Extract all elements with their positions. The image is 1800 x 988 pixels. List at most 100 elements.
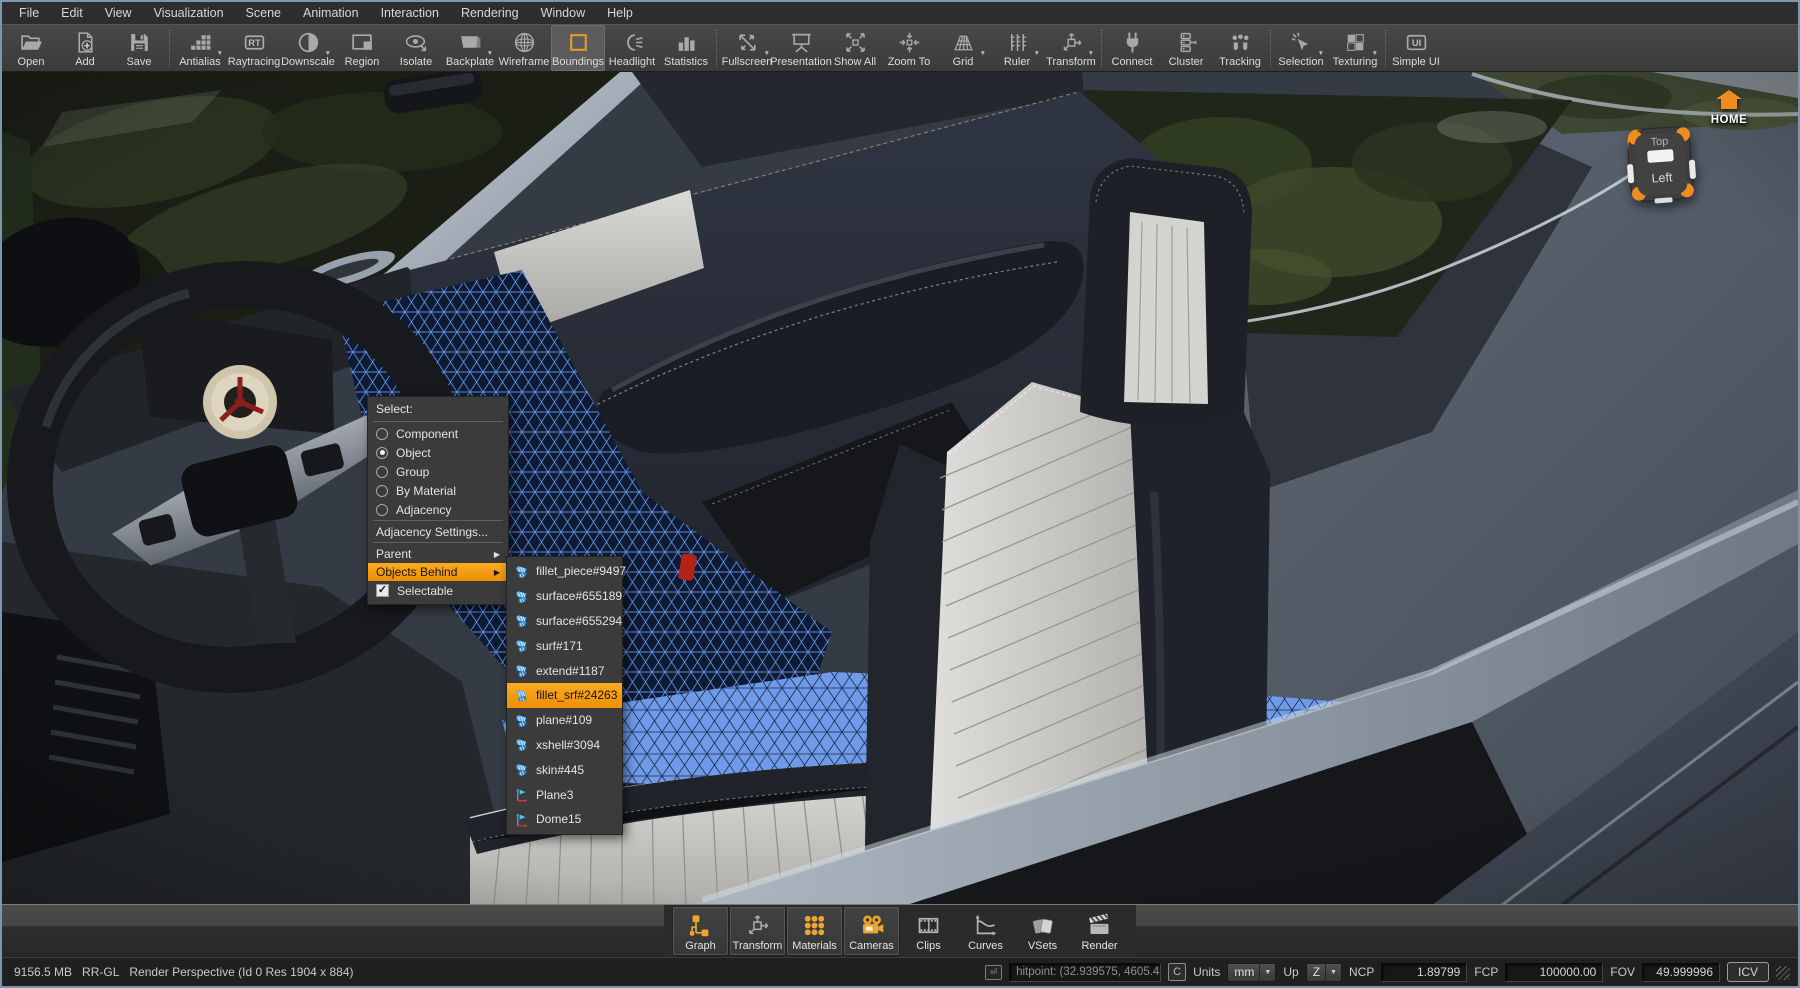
module-materials[interactable]: Materials [787,907,842,955]
hitpoint-field[interactable]: hitpoint: (32.939575, 4605.4809... [1009,963,1161,982]
console-icon[interactable]: ⏎ [985,965,1002,980]
toolbar-button-simple-ui[interactable]: Simple UI [1389,25,1443,71]
module-graph[interactable]: Graph [673,907,728,955]
ruler-icon [1005,29,1030,56]
context-menu-header: Select: [368,400,508,420]
ncp-label: NCP [1349,965,1374,979]
icv-button[interactable]: ICV [1727,962,1769,982]
toolbar-button-transform[interactable]: ▼Transform [1044,25,1098,71]
submenu-item[interactable]: plane#109 [507,708,622,733]
menu-item-parent[interactable]: Parent▶ [368,545,508,563]
submenu-item[interactable]: skin#445 [507,757,622,782]
toolbar-button-statistics[interactable]: Statistics [659,25,713,71]
toolbar-button-downscale[interactable]: ▼Downscale [281,25,335,71]
boundings-icon [566,29,591,56]
dropdown-arrow-icon: ▼ [325,50,331,57]
dropdown-arrow-icon: ▼ [217,50,223,57]
ncp-field[interactable]: 1.89799 [1381,963,1467,982]
submenu-item[interactable]: surface#655189 [507,584,622,609]
toolbar-button-raytracing[interactable]: Raytracing [227,25,281,71]
toolbar-button-fullscreen[interactable]: ▼Fullscreen [720,25,774,71]
submenu-item[interactable]: fillet_piece#9497 [507,559,622,584]
menu-help[interactable]: Help [596,3,644,23]
toolbar-button-wireframe[interactable]: Wireframe [497,25,551,71]
menu-rendering[interactable]: Rendering [450,3,530,23]
toolbar-button-presentation[interactable]: Presentation [774,25,828,71]
toolbar-button-zoom-to[interactable]: Zoom To [882,25,936,71]
toolbar-button-texturing[interactable]: ▼Texturing [1328,25,1382,71]
clips-icon [915,911,942,940]
toolbar-button-boundings[interactable]: Boundings [551,25,605,71]
submenu-item[interactable]: surface#655294 [507,609,622,634]
fullscreen-icon [735,29,760,56]
menu-option-by-material[interactable]: By Material [368,481,508,500]
submenu-item[interactable]: Dome15 [507,807,622,832]
materials-icon [801,911,828,940]
menu-interaction[interactable]: Interaction [370,3,450,23]
menu-item-selectable[interactable]: ✓Selectable [368,581,508,600]
toolbar-button-connect[interactable]: Connect [1105,25,1159,71]
toolbar-button-show-all[interactable]: Show All [828,25,882,71]
units-dropdown[interactable]: mm▼ [1227,963,1276,982]
dropdown-arrow-icon: ▼ [1372,50,1378,57]
module-cameras[interactable]: Cameras [844,907,899,955]
module-transform[interactable]: Transform [730,907,785,955]
menu-view[interactable]: View [94,3,143,23]
menu-animation[interactable]: Animation [292,3,370,23]
toolbar-button-isolate[interactable]: Isolate [389,25,443,71]
resize-grip[interactable] [1776,966,1790,980]
menu-window[interactable]: Window [530,3,596,23]
transform-module-icon [744,911,771,940]
submenu-item[interactable]: surf#171 [507,633,622,658]
menu-separator [373,520,503,521]
fov-field[interactable]: 49.999996 [1642,963,1720,982]
checkbox-checked-icon: ✓ [376,584,389,597]
toolbar-button-backplate[interactable]: ▼Backplate [443,25,497,71]
toolbar-button-save[interactable]: Save [112,25,166,71]
view-cube[interactable]: Top Left [1624,122,1698,211]
menu-option-adjacency[interactable]: Adjacency [368,500,508,519]
menu-option-object[interactable]: Object [368,443,508,462]
menu-scene[interactable]: Scene [235,3,292,23]
module-clips[interactable]: Clips [901,907,956,955]
home-button[interactable]: HOME [1702,90,1756,126]
axes-icon [514,787,529,802]
backplate-icon [458,29,483,56]
menu-item-objects-behind[interactable]: Objects Behind▶ [368,563,508,581]
menu-item-adjacency-settings[interactable]: Adjacency Settings... [368,523,508,541]
submenu-item-highlighted[interactable]: fillet_srf#24263 [507,683,622,708]
toolbar-button-add[interactable]: Add [58,25,112,71]
module-curves[interactable]: Curves [958,907,1013,955]
menu-option-component[interactable]: Component [368,424,508,443]
toolbar-button-region[interactable]: Region [335,25,389,71]
up-axis-dropdown[interactable]: Z▼ [1306,963,1342,982]
curves-icon [972,911,999,940]
render-viewport[interactable]: HOME Top Left Select: [2,72,1798,905]
toolbar-button-ruler[interactable]: ▼Ruler [990,25,1044,71]
toolbar-button-antialias[interactable]: ▼Antialias [173,25,227,71]
toolbar-button-headlight[interactable]: Headlight [605,25,659,71]
toolbar-button-selection[interactable]: ▼Selection [1274,25,1328,71]
submenu-item[interactable]: xshell#3094 [507,733,622,758]
dropdown-arrow-icon: ▼ [487,50,493,57]
radio-icon [376,485,388,497]
menu-visualization[interactable]: Visualization [143,3,235,23]
toolbar-button-tracking[interactable]: Tracking [1213,25,1267,71]
toolbar-button-cluster[interactable]: Cluster [1159,25,1213,71]
menu-edit[interactable]: Edit [50,3,94,23]
surface-icon [514,613,529,628]
radio-icon [376,428,388,440]
module-vsets[interactable]: VSets [1015,907,1070,955]
submenu-item[interactable]: extend#1187 [507,658,622,683]
toolbar-button-open[interactable]: Open [4,25,58,71]
c-button[interactable]: C [1168,963,1186,981]
menu-file[interactable]: File [8,3,50,23]
menu-option-group[interactable]: Group [368,462,508,481]
fcp-field[interactable]: 100000.00 [1505,963,1603,982]
module-render[interactable]: Render [1072,907,1127,955]
submenu-arrow-icon: ▶ [494,568,500,577]
zoom-to-icon [897,29,922,56]
selection-icon [1289,29,1314,56]
toolbar-button-grid[interactable]: ▼Grid [936,25,990,71]
submenu-item[interactable]: Plane3 [507,782,622,807]
